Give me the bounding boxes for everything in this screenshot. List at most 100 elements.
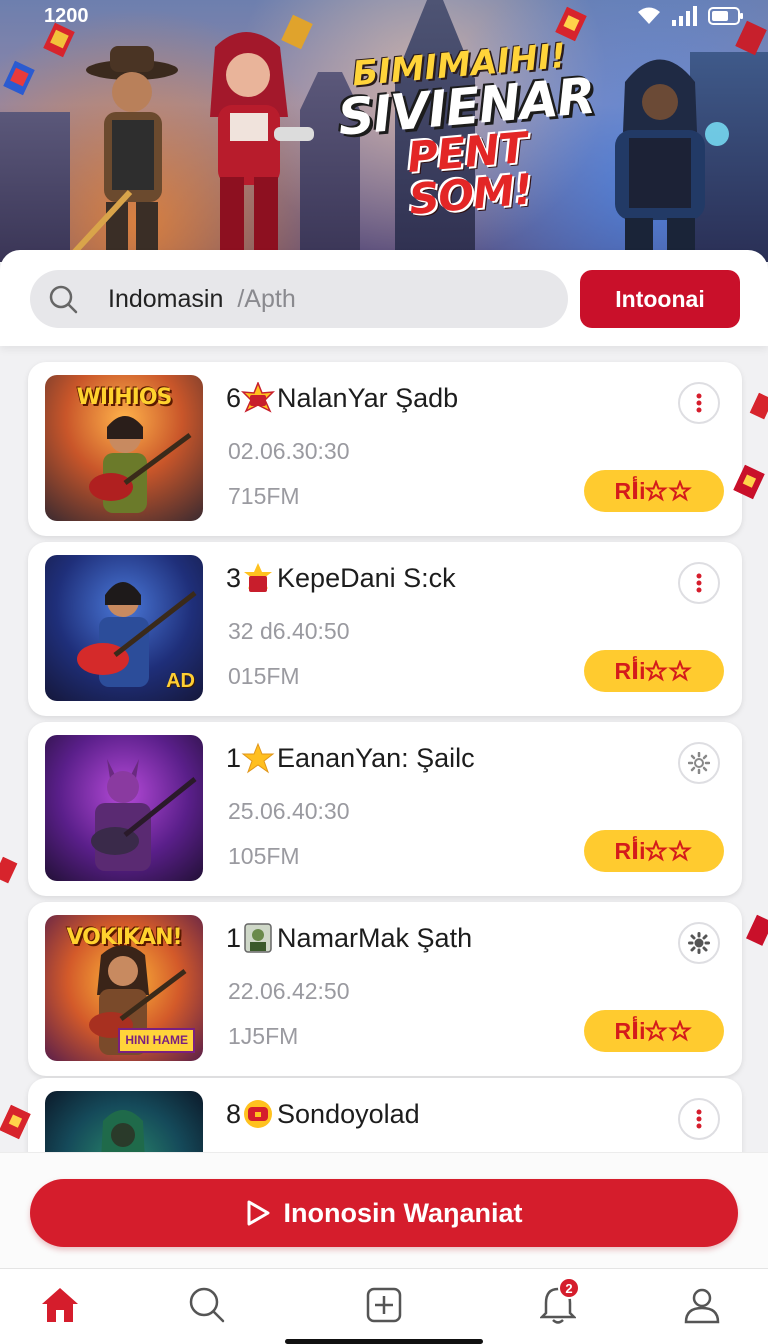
signal-icon	[672, 6, 697, 26]
hero-hooded-character	[615, 59, 729, 262]
item-title: NalanYar Şadb	[277, 382, 459, 413]
cta-container: Inonosin Waŋaniat	[0, 1152, 768, 1268]
list-item[interactable]: 1 EananYan: Şailc 25.06.40:30 105FM Rأi	[28, 722, 742, 896]
tab-home[interactable]	[38, 1283, 82, 1327]
demon-guitarist-illustration	[91, 759, 197, 871]
rating-label: Rأi	[614, 837, 646, 864]
notification-badge: 2	[558, 1277, 580, 1299]
tab-search[interactable]	[185, 1283, 229, 1327]
thumbnail-title: WIIHIOS	[76, 385, 173, 410]
home-icon	[42, 1288, 78, 1322]
item-title-row: 3 KepeDani S:ck	[226, 562, 456, 594]
home-indicator	[285, 1339, 483, 1344]
status-icons	[636, 6, 744, 26]
item-rank: 3	[226, 562, 242, 593]
item-time: 02.06.30:30	[228, 438, 350, 464]
rating-label: Rأi	[614, 477, 646, 504]
settings-button[interactable]	[678, 922, 720, 964]
hero-title: БIMIMAIНI! SIVIENAR PENT SOM!	[333, 36, 597, 226]
status-bar: 1200	[0, 0, 768, 34]
more-options-button[interactable]	[678, 382, 720, 424]
list-item[interactable]: VOKIKAN! HINI HAME 1 NamarMak Şath 22.06…	[28, 902, 742, 1076]
wifi-icon	[638, 7, 660, 24]
item-title: NamarMak Şath	[277, 922, 473, 953]
item-title: Sondoyolad	[277, 1098, 420, 1129]
list-item[interactable]: WIIHIOS 6 NalanYar Şadb 02.06.30:30 715F…	[28, 362, 742, 536]
item-rank: 1	[226, 922, 242, 953]
tab-add[interactable]	[362, 1283, 406, 1327]
game-thumbnail	[45, 735, 203, 881]
search-icon	[49, 285, 78, 314]
item-title-row: 1 NamarMak Şath	[226, 922, 472, 954]
burst-icon	[241, 382, 276, 413]
item-title: KepeDani S:ck	[277, 562, 456, 593]
item-title-row: 1 EananYan: Şailc	[226, 742, 475, 774]
primary-action-button[interactable]: Inonosin Waŋaniat	[30, 1179, 738, 1247]
item-time: 22.06.42:50	[228, 978, 350, 1004]
battery-icon	[708, 7, 743, 25]
confetti-icon	[0, 856, 18, 884]
item-rank: 1	[226, 742, 242, 773]
item-time: 25.06.40:30	[228, 798, 350, 824]
add-icon	[366, 1287, 402, 1323]
item-size: 715FM	[228, 483, 300, 509]
item-size: 105FM	[228, 843, 300, 869]
search-input[interactable]: Indomasin /Apth	[30, 270, 568, 328]
rating-badge[interactable]: Rأi	[584, 650, 724, 692]
star-icon	[241, 742, 275, 774]
more-options-button[interactable]	[678, 562, 720, 604]
search-placeholder: /Apth	[237, 284, 296, 313]
search-button[interactable]: Intoonai	[580, 270, 740, 328]
more-vertical-icon	[696, 393, 702, 413]
more-options-button[interactable]	[678, 1098, 720, 1140]
profile-icon	[684, 1288, 720, 1324]
game-thumbnail: AD	[45, 555, 203, 701]
search-icon	[189, 1287, 225, 1323]
search-value: Indomasin	[108, 284, 224, 313]
star-rating-icon	[645, 660, 693, 682]
gift-icon	[244, 563, 273, 592]
star-rating-icon	[645, 1020, 693, 1042]
more-vertical-icon	[696, 1109, 702, 1129]
primary-action-label: Inonosin Waŋaniat	[283, 1197, 523, 1228]
rating-badge[interactable]: Rأi	[584, 830, 724, 872]
avatar-icon	[244, 923, 272, 953]
item-rank: 6	[226, 382, 242, 413]
hero-banner[interactable]: БIMIMAIНI! SIVIENAR PENT SOM!	[0, 0, 768, 262]
star-rating-icon	[645, 840, 693, 862]
more-vertical-icon	[696, 573, 702, 593]
thumbnail-corner-label: AD	[166, 670, 195, 692]
list-item[interactable]: AD 3 KepeDani S:ck 32 d6.40:50 015FM Rأi	[28, 542, 742, 716]
thumbnail-corner-label: HINI HAME	[118, 1027, 195, 1053]
rating-badge[interactable]: Rأi	[584, 470, 724, 512]
gear-icon	[688, 932, 710, 954]
tab-profile[interactable]	[680, 1283, 724, 1327]
item-title-row: 8 Sondoyolad	[226, 1098, 420, 1130]
status-time: 1200	[44, 5, 89, 27]
bottom-tab-bar: 2	[0, 1268, 768, 1344]
rating-label: Rأi	[614, 657, 646, 684]
search-panel: Indomasin /Apth Intoonai	[0, 250, 768, 346]
confetti-icon	[0, 1104, 31, 1140]
chest-icon	[244, 1100, 273, 1128]
confetti-icon	[3, 60, 35, 96]
tab-notifications[interactable]: 2	[536, 1277, 580, 1327]
settings-button[interactable]	[678, 742, 720, 784]
play-icon	[247, 1200, 269, 1226]
hero-building	[0, 112, 70, 262]
item-size: 1J5FM	[228, 1023, 299, 1049]
game-thumbnail: WIIHIOS	[45, 375, 203, 521]
item-title: EananYan: Şailc	[277, 742, 475, 773]
rating-badge[interactable]: Rأi	[584, 1010, 724, 1052]
star-rating-icon	[645, 480, 693, 502]
item-size: 015FM	[228, 663, 300, 689]
confetti-icon	[745, 914, 768, 946]
item-time: 32 d6.40:50	[228, 618, 350, 644]
game-thumbnail: VOKIKAN! HINI HAME	[45, 915, 203, 1061]
item-rank: 8	[226, 1098, 242, 1129]
rating-label: Rأi	[614, 1017, 646, 1044]
hero-red-hair-character	[210, 32, 314, 262]
item-title-row: 6 NalanYar Şadb	[226, 382, 458, 414]
thumbnail-title: VOKIKAN!	[66, 925, 182, 950]
confetti-icon	[749, 392, 768, 420]
